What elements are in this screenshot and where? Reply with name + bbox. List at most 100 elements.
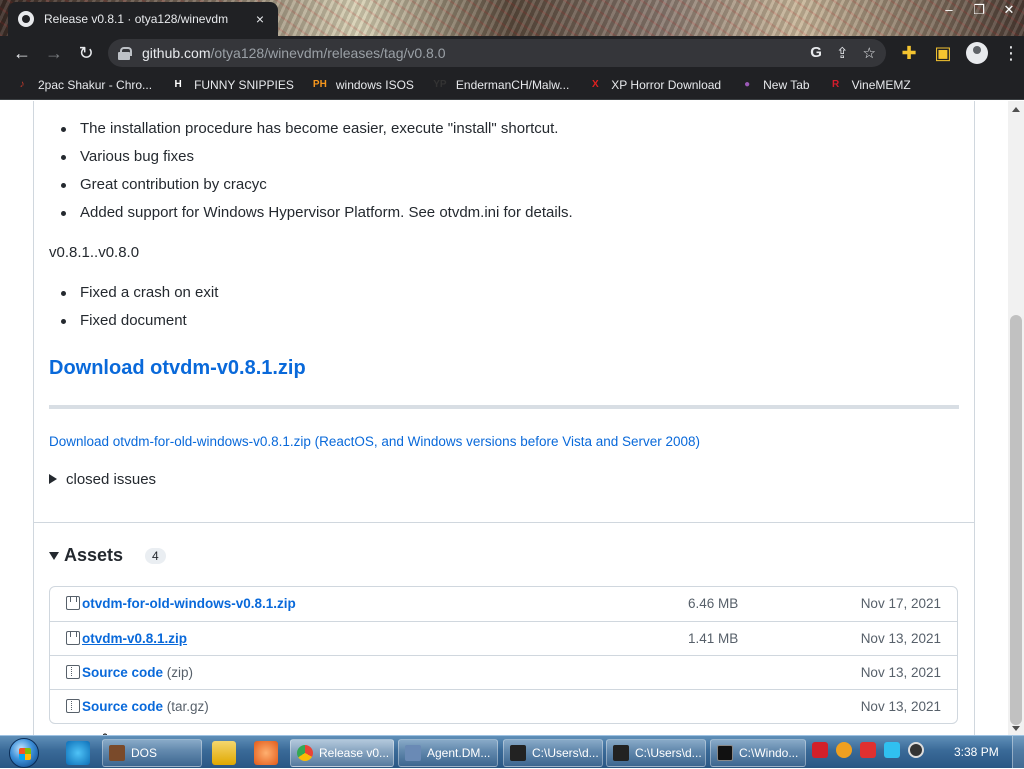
bookmark-label: FUNNY SNIPPIES	[194, 77, 294, 92]
taskbar-item-chrome[interactable]: Release v0...	[290, 739, 394, 767]
download-old-windows-link[interactable]: Download otvdm-for-old-windows-v0.8.1.zi…	[49, 434, 700, 449]
toolbar-right-group: ✚ ▣ ⋮	[894, 36, 1024, 70]
window-controls: – ❐ ✕	[934, 0, 1024, 22]
assets-toggle[interactable]: Assets 4	[49, 545, 166, 566]
taskbar-item-7zip-2[interactable]: C:\Users\d...	[606, 739, 706, 767]
menu-kebab-icon[interactable]: ⋮	[996, 37, 1024, 69]
divider	[49, 405, 959, 409]
window-close-button[interactable]: ✕	[994, 0, 1024, 22]
restore-button[interactable]: ❐	[964, 0, 994, 22]
avatar	[966, 42, 988, 64]
closed-issues-toggle[interactable]: closed issues	[49, 471, 156, 488]
extensions-puzzle-icon[interactable]: ✚	[894, 37, 924, 69]
list-item: Various bug fixes	[48, 143, 573, 171]
scroll-down-icon[interactable]	[1012, 726, 1020, 731]
bookmark-item[interactable]: ● New Tab	[739, 77, 810, 93]
bookmark-label: EndermanCH/Malw...	[455, 77, 570, 92]
reload-icon[interactable]: ↻	[70, 37, 102, 69]
window-app-icon	[405, 745, 421, 761]
bookmark-item[interactable]: X XP Horror Download	[587, 77, 721, 93]
release-notes-list: The installation procedure has become ea…	[48, 115, 573, 227]
page-scrollbar[interactable]	[1008, 101, 1024, 735]
browser-tab-active[interactable]: Release v0.8.1 · otya128/winevdm ×	[8, 2, 278, 36]
asset-date: Nov 13, 2021	[860, 699, 941, 714]
minimize-button[interactable]: –	[934, 0, 964, 22]
url-host: github.com	[142, 45, 211, 61]
start-button[interactable]	[4, 736, 44, 769]
asset-row: Source code (zip) Nov 13, 2021	[50, 655, 957, 689]
list-item: Fixed document	[48, 307, 218, 335]
lock-icon[interactable]	[118, 47, 132, 60]
bookmark-yp-icon: YP	[433, 79, 447, 90]
share-icon[interactable]: ⇪	[836, 44, 849, 62]
assets-count-badge: 4	[145, 547, 166, 564]
asset-date: Nov 17, 2021	[860, 596, 941, 611]
list-item: Great contribution by cracyc	[48, 171, 573, 199]
bookmark-item[interactable]: R VineMEMZ	[828, 77, 911, 93]
side-panel-icon[interactable]: ▣	[928, 37, 958, 69]
list-item: Added support for Windows Hypervisor Pla…	[48, 199, 573, 227]
chrome-icon	[297, 745, 313, 761]
browser-toolbar: ← → ↻ github.com/otya128/winevdm/release…	[0, 36, 1024, 70]
asset-row: otvdm-v0.8.1.zip 1.41 MB Nov 13, 2021	[50, 621, 957, 655]
tray-search-icon[interactable]	[836, 742, 852, 758]
tray-v-icon[interactable]	[812, 742, 828, 758]
media-player-icon[interactable]	[212, 741, 236, 765]
bookmark-newtab-icon: ●	[744, 79, 751, 90]
tray-flag-icon[interactable]	[860, 742, 876, 758]
url-path: /otya128/winevdm/releases/tag/v0.8.0	[210, 45, 446, 61]
github-release-page: The installation procedure has become ea…	[0, 101, 1008, 735]
bookmark-item[interactable]: YP EndermanCH/Malw...	[432, 77, 569, 93]
taskbar-item-cmd[interactable]: C:\Windo...	[710, 739, 806, 767]
asset-size: 6.46 MB	[688, 596, 739, 611]
asset-link[interactable]: otvdm-for-old-windows-v0.8.1.zip	[82, 596, 296, 611]
windows-taskbar: DOS Release v0... Agent.DM... C:\Users\d…	[0, 735, 1024, 769]
asset-link[interactable]: Source code (zip)	[82, 665, 193, 680]
bookmark-star-icon[interactable]: ☆	[863, 44, 876, 62]
scroll-up-icon[interactable]	[1012, 107, 1020, 112]
address-bar[interactable]: github.com/otya128/winevdm/releases/tag/…	[108, 39, 886, 67]
tab-title: Release v0.8.1 · otya128/winevdm	[44, 12, 229, 26]
system-tray	[812, 742, 924, 758]
asset-size: 1.41 MB	[688, 631, 739, 646]
app-pinned-icon[interactable]	[254, 741, 278, 765]
forward-arrow-icon[interactable]: →	[38, 37, 70, 69]
tab-close-icon[interactable]: ×	[252, 11, 268, 27]
bookmark-ph-icon: PH	[312, 79, 327, 90]
7zip-icon	[613, 745, 629, 761]
browser-tab-strip: Release v0.8.1 · otya128/winevdm × – ❐ ✕	[0, 0, 1024, 36]
tray-circle-icon[interactable]	[908, 742, 924, 758]
taskbar-clock[interactable]: 3:38 PM	[954, 745, 999, 759]
taskbar-item-7zip-1[interactable]: C:\Users\d...	[503, 739, 603, 767]
scrollbar-thumb[interactable]	[1010, 315, 1022, 725]
bookmark-item[interactable]: H FUNNY SNIPPIES	[170, 77, 294, 93]
fix-notes-list: Fixed a crash on exit Fixed document	[48, 279, 218, 335]
asset-link[interactable]: otvdm-v0.8.1.zip	[82, 631, 187, 646]
section-separator	[33, 522, 975, 523]
tray-monitor-icon[interactable]	[884, 742, 900, 758]
bookmark-label: New Tab	[763, 77, 810, 92]
closed-issues-label: closed issues	[66, 471, 157, 488]
assets-title: Assets	[64, 545, 124, 565]
file-zip-icon	[66, 699, 80, 713]
asset-date: Nov 13, 2021	[860, 631, 941, 646]
taskbar-item-dos[interactable]: DOS	[102, 739, 202, 767]
bookmark-item[interactable]: PH windows ISOS	[312, 77, 414, 93]
github-favicon-icon	[18, 11, 34, 27]
list-item: Fixed a crash on exit	[48, 279, 218, 307]
bookmark-label: VineMEMZ	[851, 77, 911, 92]
bookmark-label: windows ISOS	[335, 77, 414, 92]
google-icon[interactable]: G	[810, 44, 822, 62]
download-heading-link[interactable]: Download otvdm-v0.8.1.zip	[49, 357, 306, 380]
profile-button[interactable]	[962, 37, 992, 69]
triangle-right-icon	[49, 474, 57, 484]
bookmark-item[interactable]: ♪ 2pac Shakur - Chro...	[14, 77, 153, 93]
show-desktop-button[interactable]	[1012, 736, 1024, 769]
taskbar-item-agent[interactable]: Agent.DM...	[398, 739, 498, 767]
bookmark-x-icon: X	[591, 79, 599, 90]
list-item: The installation procedure has become ea…	[48, 115, 573, 143]
internet-explorer-icon[interactable]	[66, 741, 90, 765]
package-icon	[66, 596, 80, 610]
asset-link[interactable]: Source code (tar.gz)	[82, 699, 209, 714]
back-arrow-icon[interactable]: ←	[6, 37, 38, 69]
